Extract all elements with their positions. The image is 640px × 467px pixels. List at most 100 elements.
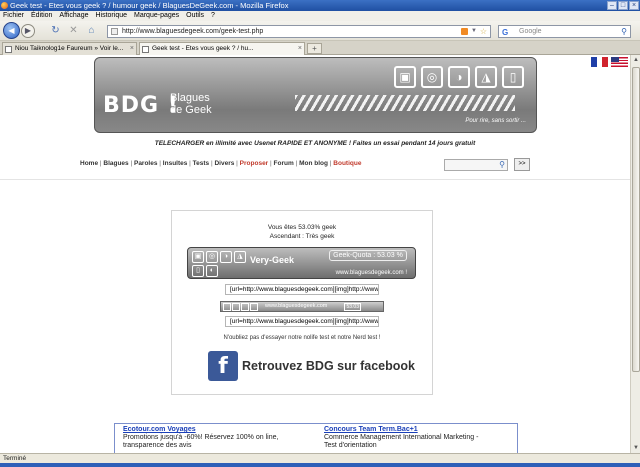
tab-strip: Niou Taiknolog1e Faureum » Voir le... × … — [0, 41, 640, 55]
nolife-test-link[interactable]: N'oubliez pas d'essayer notre nolife tes… — [172, 335, 432, 341]
menu-affichage[interactable]: Affichage — [59, 11, 88, 21]
reload-icon[interactable]: ↻ — [50, 25, 61, 36]
menu-link-blagues[interactable]: Blagues — [103, 160, 128, 167]
tab-close-icon[interactable]: × — [298, 43, 302, 55]
back-button[interactable]: ◀ — [3, 22, 20, 39]
facebook-icon: f — [208, 351, 238, 381]
banner-slogan: Pour rire, sans sortir ... — [465, 118, 526, 124]
maximize-icon[interactable]: □ — [618, 1, 628, 10]
url-dropdown-icon[interactable]: ▼ — [471, 26, 477, 37]
small-banner-code-field[interactable]: [url=http://www.blaguesdegeek.com][img]h… — [225, 316, 379, 327]
menu-link-insultes[interactable]: Insultes — [163, 160, 188, 167]
url-bar[interactable]: http://www.blaguesdegeek.com/geek-test.p… — [107, 25, 491, 38]
satellite-icon — [250, 303, 258, 311]
firefox-icon — [1, 2, 8, 9]
phone-icon: ▯ — [192, 265, 204, 277]
tab-niou-forum[interactable]: Niou Taiknolog1e Faureum » Voir le... × — [2, 42, 137, 55]
small-banner-percent: 53.03 — [344, 303, 361, 311]
stop-icon[interactable]: ✕ — [68, 25, 79, 36]
ad-title[interactable]: Ecotour.com Voyages — [123, 426, 319, 434]
url-text: http://www.blaguesdegeek.com/geek-test.p… — [122, 28, 264, 35]
menu-link-tests[interactable]: Tests — [193, 160, 210, 167]
banner-icons: ▣ ◎ ◑ ◮ ▯ — [394, 66, 524, 88]
floppy-icon: ▣ — [192, 251, 204, 263]
menu-fichier[interactable]: Fichier — [3, 11, 24, 21]
logo-sub-line-1: Blagues — [170, 92, 210, 104]
page-content: ▣ ◎ ◑ ◮ ▯ BDG ! Blagues de Geek Pour rir… — [0, 55, 630, 453]
tab-label: Niou Taiknolog1e Faureum » Voir le... — [15, 45, 124, 52]
search-bar[interactable]: G Google ⚲ — [498, 25, 631, 38]
status-text: Terminé — [3, 455, 27, 462]
menu-marque-pages[interactable]: Marque-pages — [134, 11, 179, 21]
site-search-go-button[interactable]: >> — [514, 158, 530, 171]
banner-stripes — [295, 95, 515, 111]
geek-score: Vous êtes 53.03% geek — [267, 224, 337, 231]
menu-link-proposer[interactable]: Proposer — [240, 160, 269, 167]
very-geek-banner: ▣ ◎ ◑ ◮ ▯ ◐ Very-Geek Geek-Quota : 53.03… — [187, 247, 416, 279]
geek-quota-label: Geek-Quota : 53.03 % — [329, 250, 407, 261]
menu-edition[interactable]: Édition — [31, 11, 52, 21]
menu-link-divers[interactable]: Divers — [214, 160, 234, 167]
geek-banner-icons: ▣ ◎ ◑ ◮ ▯ ◐ — [192, 251, 248, 277]
ad-title[interactable]: Concours Team Term.Bac+1 — [324, 426, 520, 434]
joystick-icon: ◑ — [448, 66, 470, 88]
phone-icon: ▯ — [502, 66, 524, 88]
menu-help[interactable]: ? — [211, 11, 215, 21]
menu-outils[interactable]: Outils — [186, 11, 204, 21]
home-icon[interactable]: ⌂ — [86, 25, 97, 36]
facebook-text: Retrouvez BDG sur facebook — [242, 359, 415, 373]
geek-banner-url: www.blaguesdegeek.com ! — [335, 270, 407, 276]
window-controls: – □ × — [607, 1, 639, 10]
scroll-up-icon[interactable]: ▲ — [632, 55, 640, 65]
taskbar-strip — [0, 463, 640, 467]
tab-geek-test[interactable]: Geek test - Etes vous geek ? / hu... × — [139, 42, 305, 55]
menu-link-home[interactable]: Home — [80, 160, 98, 167]
menu-link-blog[interactable]: Mon blog — [299, 160, 328, 167]
usenet-promo-link[interactable]: TELECHARGER en illimité avec Usenet RAPI… — [0, 140, 630, 147]
ad-concours[interactable]: Concours Team Term.Bac+1 Commerce Manage… — [324, 426, 520, 450]
small-geek-banner: www.blaguesdegeek.com 53.03 — [220, 301, 384, 312]
tab-close-icon[interactable]: × — [130, 43, 134, 55]
ad-line: transparence des avis — [123, 442, 192, 449]
close-icon[interactable]: × — [629, 1, 639, 10]
scrollbar-thumb[interactable] — [632, 67, 640, 372]
banner-code-field[interactable]: [url=http://www.blaguesdegeek.com][img]h… — [225, 284, 379, 295]
satellite-icon: ◮ — [234, 251, 246, 263]
french-flag-icon[interactable] — [591, 57, 609, 67]
site-logo: BDG ! — [103, 93, 179, 118]
google-icon[interactable]: G — [502, 27, 508, 38]
window-title: Geek test - Etes vous geek ? / humour ge… — [10, 1, 289, 10]
window-title-bar: Geek test - Etes vous geek ? / humour ge… — [0, 0, 640, 11]
facebook-link[interactable]: f Retrouvez BDG sur facebook — [208, 351, 415, 383]
search-icon[interactable]: ⚲ — [621, 26, 627, 37]
joystick-icon — [241, 303, 249, 311]
geek-test-result-box: Vous êtes 53.03% geek Ascendant : Très g… — [171, 210, 433, 395]
menu-historique[interactable]: Historique — [95, 11, 127, 21]
search-icon: ⚲ — [499, 160, 505, 169]
rss-feed-icon[interactable] — [461, 28, 468, 35]
small-banner-url: www.blaguesdegeek.com — [265, 303, 328, 309]
vertical-scrollbar[interactable]: ▲ ▼ — [630, 55, 640, 453]
navigation-toolbar: ◀ ▶ ↻ ✕ ⌂ http://www.blaguesdegeek.com/g… — [0, 21, 640, 41]
ad-line: Commerce Management International Market… — [324, 434, 479, 441]
site-logo-subtitle: Blagues de Geek — [170, 92, 212, 116]
scroll-down-icon[interactable]: ▼ — [632, 443, 640, 453]
site-search-input[interactable]: ⚲ — [444, 159, 508, 171]
site-banner[interactable]: ▣ ◎ ◑ ◮ ▯ BDG ! Blagues de Geek Pour rir… — [94, 57, 537, 133]
cd-icon: ◎ — [421, 66, 443, 88]
very-geek-label: Very-Geek — [250, 255, 295, 265]
menu-link-forum[interactable]: Forum — [274, 160, 294, 167]
menu-bar: Fichier Édition Affichage Historique Mar… — [0, 11, 640, 21]
english-flag-icon[interactable] — [611, 57, 628, 67]
forward-button[interactable]: ▶ — [21, 24, 35, 38]
menu-link-boutique[interactable]: Boutique — [333, 160, 361, 167]
tab-label: Geek test - Etes vous geek ? / hu... — [152, 45, 254, 52]
bookmark-star-icon[interactable]: ☆ — [480, 26, 487, 37]
status-bar: Terminé — [0, 453, 640, 463]
site-menu: Home | Blagues | Paroles | Insultes | Te… — [80, 160, 362, 167]
ad-ecotour[interactable]: Ecotour.com Voyages Promotions jusqu'à -… — [123, 426, 319, 450]
menu-link-paroles[interactable]: Paroles — [134, 160, 158, 167]
language-flags — [591, 57, 628, 67]
new-tab-button[interactable]: + — [307, 43, 322, 54]
minimize-icon[interactable]: – — [607, 1, 617, 10]
